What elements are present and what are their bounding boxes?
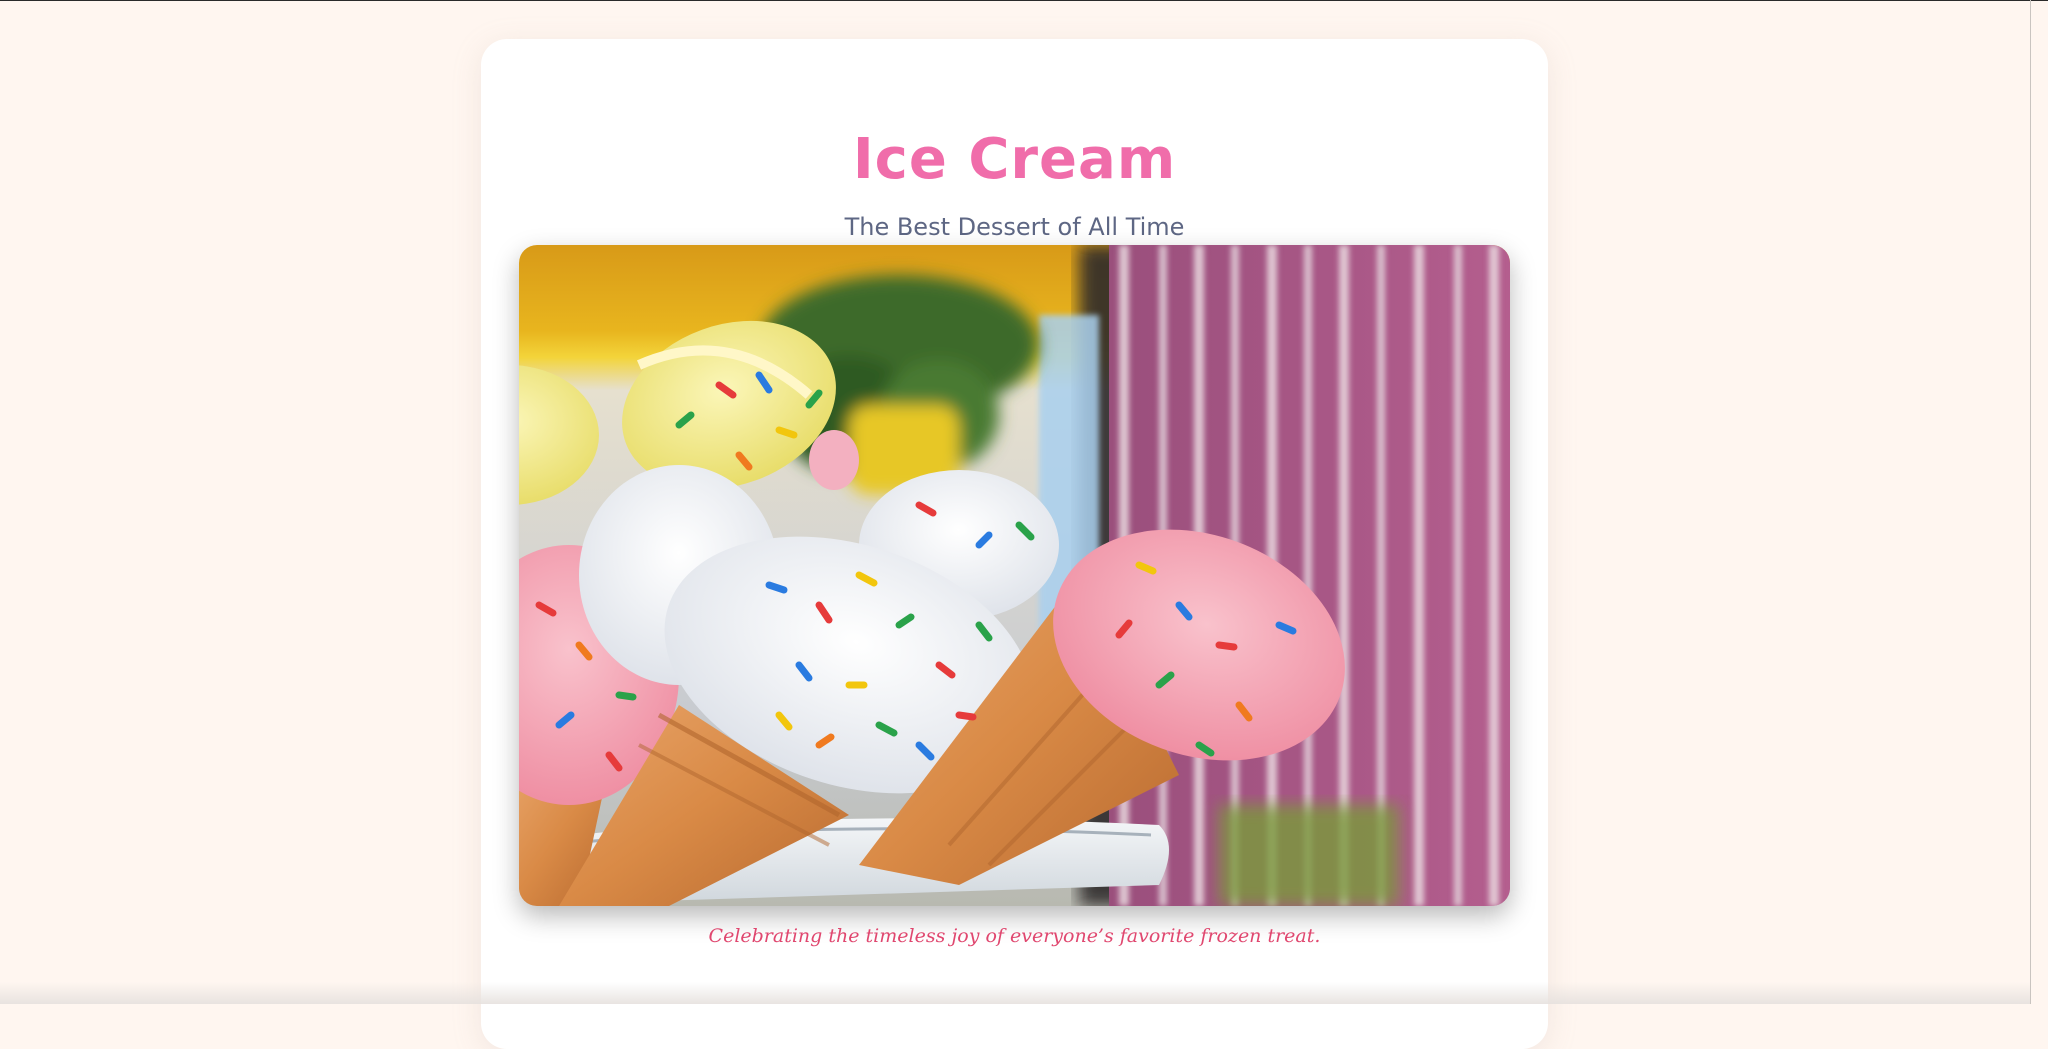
scrollbar-edge: [2030, 0, 2031, 1004]
bottom-fade: [0, 982, 2030, 1004]
ice-cream-cones-illustration: [519, 245, 1510, 906]
page-subtitle: The Best Dessert of All Time: [844, 213, 1185, 241]
hero-image: [519, 245, 1510, 906]
window-top-border: [0, 0, 2048, 1]
page-title: Ice Cream: [852, 127, 1177, 192]
image-caption: Celebrating the timeless joy of everyone…: [708, 925, 1321, 947]
